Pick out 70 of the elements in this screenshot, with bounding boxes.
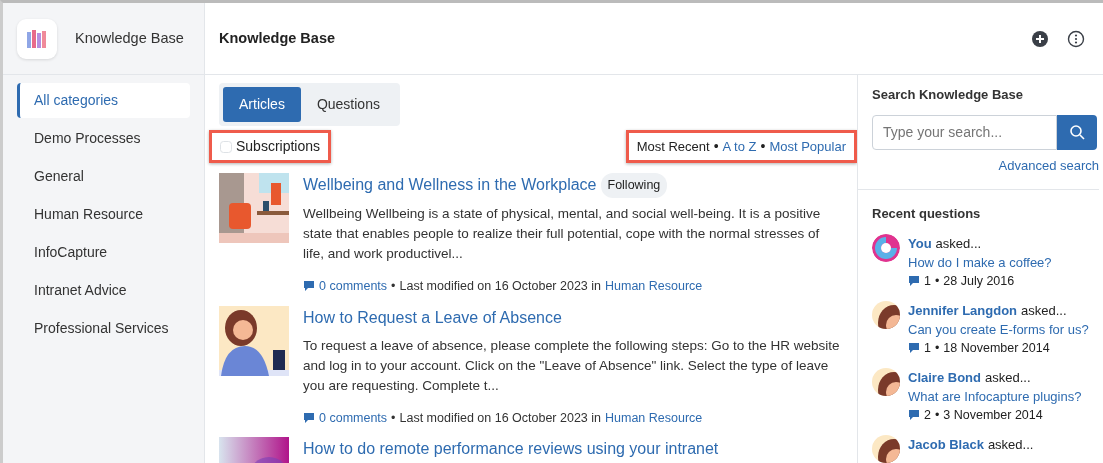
- avatar-icon: [872, 367, 900, 396]
- asked-text: asked...: [984, 368, 1031, 387]
- separator-dot: •: [391, 277, 396, 295]
- sort-link[interactable]: A to Z: [722, 136, 757, 157]
- category-link[interactable]: Human Resource: [605, 276, 703, 296]
- author-link[interactable]: Jennifer Langdon: [908, 300, 1018, 320]
- comments-link[interactable]: 0 comments: [319, 276, 388, 296]
- sort-label: Most Recent: [636, 137, 710, 156]
- avatar-icon: [872, 233, 900, 262]
- question-date: 3 November 2014: [943, 406, 1043, 424]
- article-excerpt: To request a leave of absence, please complete the following steps: Go to the HR website and log in to your account. Click on the "Leave of Absence" link. Select the type of leave you are requesting. Complete t...: [303, 336, 841, 395]
- separator-dot: •: [391, 409, 396, 427]
- category-item[interactable]: General: [17, 159, 190, 194]
- article-title[interactable]: Wellbeing and Wellness in the Workplace: [303, 173, 597, 198]
- comment-count: 1: [924, 339, 931, 357]
- search-field[interactable]: Type your search...: [872, 114, 1057, 150]
- category-item[interactable]: Demo Processes: [17, 121, 190, 156]
- tab[interactable]: Articles: [223, 87, 301, 122]
- avatar-icon: [872, 300, 900, 329]
- books-icon: [26, 28, 48, 49]
- separator-dot: •: [934, 272, 940, 290]
- section-heading: Recent questions: [872, 205, 982, 223]
- page-title: Knowledge Base: [219, 28, 337, 48]
- separator-dot: •: [713, 137, 719, 156]
- modified-text: Last modified on 16 October 2023 in: [399, 277, 601, 295]
- search-button[interactable]: [1057, 114, 1097, 150]
- category-item[interactable]: Human Resource: [17, 197, 190, 232]
- separator-dot: •: [934, 406, 940, 424]
- question-link[interactable]: How do I make a coffee?: [908, 254, 1052, 270]
- separator-dot: •: [760, 137, 766, 156]
- question-date: 28 July 2016: [943, 272, 1015, 290]
- comment-count: 1: [924, 272, 931, 290]
- question-link[interactable]: Can you create E-forms for us?: [908, 321, 1089, 337]
- subscriptions-checkbox[interactable]: [220, 140, 232, 153]
- sort-link[interactable]: Most Popular: [769, 136, 846, 157]
- comments-link[interactable]: 0 comments: [319, 408, 388, 428]
- comment-icon: [303, 280, 315, 293]
- category-item[interactable]: All categories: [17, 83, 190, 118]
- asked-text: asked...: [1021, 301, 1067, 320]
- modified-text: Last modified on 16 October 2023 in: [399, 409, 601, 427]
- search-icon: [1069, 124, 1085, 140]
- category-link[interactable]: Human Resource: [605, 408, 703, 428]
- comment-count: 2: [924, 406, 931, 424]
- checkbox-label: Subscriptions: [236, 137, 321, 156]
- comment-icon: [908, 342, 920, 354]
- avatar-icon: [872, 434, 900, 463]
- question-date: 18 November 2014: [943, 339, 1050, 357]
- add-icon[interactable]: [1031, 29, 1049, 48]
- question-link[interactable]: What are Infocapture plugins?: [908, 388, 1082, 404]
- asked-text: asked...: [987, 435, 1034, 454]
- comment-icon: [908, 409, 920, 421]
- article-title[interactable]: How to Request a Leave of Absence: [303, 305, 562, 330]
- asked-text: asked...: [935, 234, 982, 253]
- app-name: Knowledge Base: [75, 28, 184, 48]
- article-excerpt: Wellbeing Wellbeing is a state of physical, mental, and social well-being. It is a positive state that enables people to realize their full potential, cope with the normal stresses of life, and work productivel...: [303, 204, 822, 263]
- tab[interactable]: Questions: [300, 87, 396, 122]
- following-badge: Following: [600, 173, 668, 198]
- advanced-search-link[interactable]: Advanced search: [998, 157, 1099, 173]
- author-link[interactable]: You: [908, 233, 932, 253]
- comment-icon: [303, 411, 315, 424]
- info-icon[interactable]: [1067, 29, 1085, 48]
- category-item[interactable]: Intranet Advice: [17, 273, 190, 308]
- category-item[interactable]: Professional Services: [17, 311, 190, 346]
- author-link[interactable]: Jacob Black: [908, 434, 984, 454]
- section-heading: Search Knowledge Base: [872, 86, 1024, 104]
- category-item[interactable]: InfoCapture: [17, 235, 190, 270]
- comment-icon: [908, 275, 920, 287]
- author-link[interactable]: Claire Bond: [908, 367, 981, 387]
- article-title[interactable]: How to do remote performance reviews using your intranet: [303, 437, 719, 462]
- separator-dot: •: [934, 339, 940, 357]
